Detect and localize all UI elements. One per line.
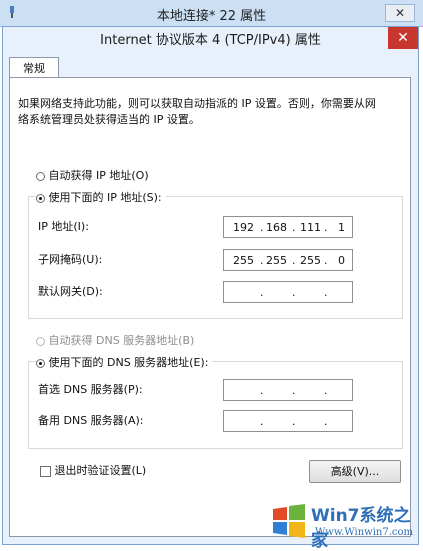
ip-manual-radio[interactable]: 使用下面的 IP 地址(S): [36,190,166,206]
watermark: Win7系统之家 Www.Winwin7.com [269,499,419,551]
dns-manual-radio-button[interactable] [36,358,45,368]
close-button[interactable]: ✕ [388,27,418,49]
mask-octet-4: 0 [338,254,345,267]
ip-address-label: IP 地址(I): [38,220,89,233]
alternate-dns-label: 备用 DNS 服务器(A): [38,414,144,427]
dialog-titlebar: Internet 协议版本 4 (TCP/IPv4) 属性 ✕ [3,27,418,51]
subnet-mask-field[interactable]: 255 . 255 . 255 . 0 [223,249,353,271]
preferred-dns-field[interactable]: ... [223,379,353,401]
background-close-button[interactable]: ✕ [385,4,415,22]
mask-octet-2: 255 [266,254,287,267]
description-line-1: 如果网络支持此功能，则可以获取自动指派的 IP 设置。否则，你需要从网 [18,97,376,110]
ipv4-properties-dialog: Internet 协议版本 4 (TCP/IPv4) 属性 ✕ 常规 如果网络支… [2,26,419,545]
dns-manual-label: 使用下面的 DNS 服务器地址(E): [48,356,209,369]
ip-octet-2: 168 [266,221,287,234]
mask-octet-3: 255 [300,254,321,267]
background-window-titlebar: 本地连接* 22 属性 ✕ [0,0,423,27]
dns-manual-radio[interactable]: 使用下面的 DNS 服务器地址(E): [36,355,213,371]
advanced-button[interactable]: 高级(V)... [309,460,401,483]
ip-manual-radio-button[interactable] [36,193,45,203]
dns-auto-radio[interactable]: 自动获得 DNS 服务器地址(B) [36,333,194,349]
background-window-title: 本地连接* 22 属性 [156,9,267,24]
ip-octet-3: 111 [300,221,321,234]
general-tab-panel: 如果网络支持此功能，则可以获取自动指派的 IP 设置。否则，你需要从网 络系统管… [9,77,411,537]
tab-general[interactable]: 常规 [9,57,59,79]
watermark-url: Www.Winwin7.com [315,527,413,538]
validate-on-exit-checkbox[interactable] [40,465,51,477]
dns-auto-label: 自动获得 DNS 服务器地址(B) [48,334,195,347]
validate-on-exit[interactable]: 退出时验证设置(L) [40,463,146,479]
ip-address-field[interactable]: 192 . 168 . 111 . 1 [223,216,353,238]
alternate-dns-field[interactable]: ... [223,410,353,432]
watermark-brand: Win7系统之家 [311,506,411,551]
default-gateway-label: 默认网关(D): [38,285,103,298]
default-gateway-field[interactable]: ... [223,281,353,303]
description-line-2: 络系统管理员处获得适当的 IP 设置。 [18,113,200,126]
validate-on-exit-label: 退出时验证设置(L) [54,464,147,477]
description: 如果网络支持此功能，则可以获取自动指派的 IP 设置。否则，你需要从网 络系统管… [18,96,403,128]
ip-octet-4: 1 [338,221,345,234]
dns-settings-group [28,361,403,449]
subnet-mask-label: 子网掩码(U): [38,253,103,266]
ip-auto-radio-button[interactable] [36,171,45,181]
ip-octet-1: 192 [233,221,254,234]
dialog-title: Internet 协议版本 4 (TCP/IPv4) 属性 [100,33,321,48]
mask-octet-1: 255 [233,254,254,267]
preferred-dns-label: 首选 DNS 服务器(P): [38,383,143,396]
ip-auto-label: 自动获得 IP 地址(O) [48,169,149,182]
windows-logo-icon [273,504,305,538]
dns-auto-radio-button[interactable] [36,336,45,346]
ip-auto-radio[interactable]: 自动获得 IP 地址(O) [36,168,149,184]
ip-manual-label: 使用下面的 IP 地址(S): [48,191,162,204]
